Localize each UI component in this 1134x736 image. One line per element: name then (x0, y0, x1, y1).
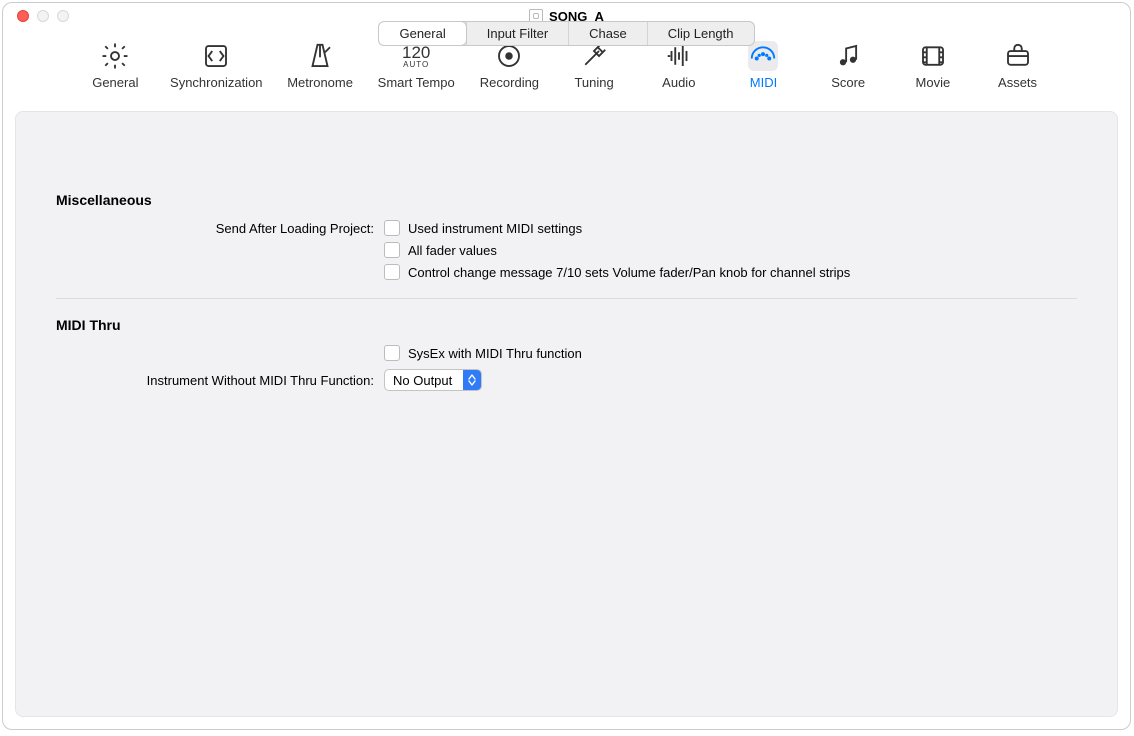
select-value: No Output (385, 373, 463, 388)
toolbar-item-score[interactable]: Score (818, 41, 878, 90)
toolbar-item-recording[interactable]: Recording (479, 41, 539, 90)
section-header-midithru: MIDI Thru (56, 317, 1077, 333)
checkbox-used-instrument-midi[interactable] (384, 220, 400, 236)
toolbar-label: MIDI (750, 75, 777, 90)
toolbar-label: Recording (480, 75, 539, 90)
tab-label: Input Filter (487, 26, 548, 41)
select-stepper-icon (463, 369, 481, 391)
tab-clip-length[interactable]: Clip Length (647, 22, 754, 45)
toolbar-label: Audio (662, 75, 695, 90)
toolbar-item-movie[interactable]: Movie (903, 41, 963, 90)
tab-label: Clip Length (668, 26, 734, 41)
tab-chase[interactable]: Chase (568, 22, 647, 45)
toolbar-item-tuning[interactable]: Tuning (564, 41, 624, 90)
tab-label: General (399, 26, 445, 41)
tempo-value: 120 (402, 44, 430, 61)
checkbox-cc7-10-volume-pan[interactable] (384, 264, 400, 280)
toolbar-item-synchronization[interactable]: Synchronization (170, 41, 263, 90)
toolbar-item-metronome[interactable]: Metronome (287, 41, 353, 90)
option-text: Used instrument MIDI settings (408, 221, 582, 236)
toolbar-label: Score (831, 75, 865, 90)
toolbar-item-midi[interactable]: MIDI (733, 41, 793, 90)
toolbar-label: Movie (916, 75, 951, 90)
tab-input-filter[interactable]: Input Filter (466, 22, 568, 45)
checkbox-all-fader-values[interactable] (384, 242, 400, 258)
toolbar-item-general[interactable]: General (85, 41, 145, 90)
select-instrument-without-midi-thru[interactable]: No Output (384, 369, 482, 391)
settings-panel: Miscellaneous Send After Loading Project… (15, 111, 1118, 717)
checkbox-sysex-midi-thru[interactable] (384, 345, 400, 361)
tab-label: Chase (589, 26, 627, 41)
toolbar-item-audio[interactable]: Audio (649, 41, 709, 90)
toolbar-item-assets[interactable]: Assets (988, 41, 1048, 90)
option-text: Control change message 7/10 sets Volume … (408, 265, 850, 280)
option-text: All fader values (408, 243, 497, 258)
tempo-mode: AUTO (403, 61, 429, 69)
option-text: SysEx with MIDI Thru function (408, 346, 582, 361)
toolbar-label: Synchronization (170, 75, 263, 90)
toolbar-item-smart-tempo[interactable]: 120 AUTO Smart Tempo (378, 41, 455, 90)
midi-tabs: General Input Filter Chase Clip Length (378, 21, 754, 46)
toolbar-label: Assets (998, 75, 1037, 90)
label-send-after-loading: Send After Loading Project: (56, 221, 384, 236)
section-header-misc: Miscellaneous (56, 192, 1077, 208)
tab-general[interactable]: General (379, 22, 465, 45)
toolbar-label: Smart Tempo (378, 75, 455, 90)
label-instrument-without-midi-thru: Instrument Without MIDI Thru Function: (56, 373, 384, 388)
toolbar-label: General (92, 75, 138, 90)
separator (56, 298, 1077, 299)
toolbar-label: Metronome (287, 75, 353, 90)
toolbar-label: Tuning (574, 75, 613, 90)
